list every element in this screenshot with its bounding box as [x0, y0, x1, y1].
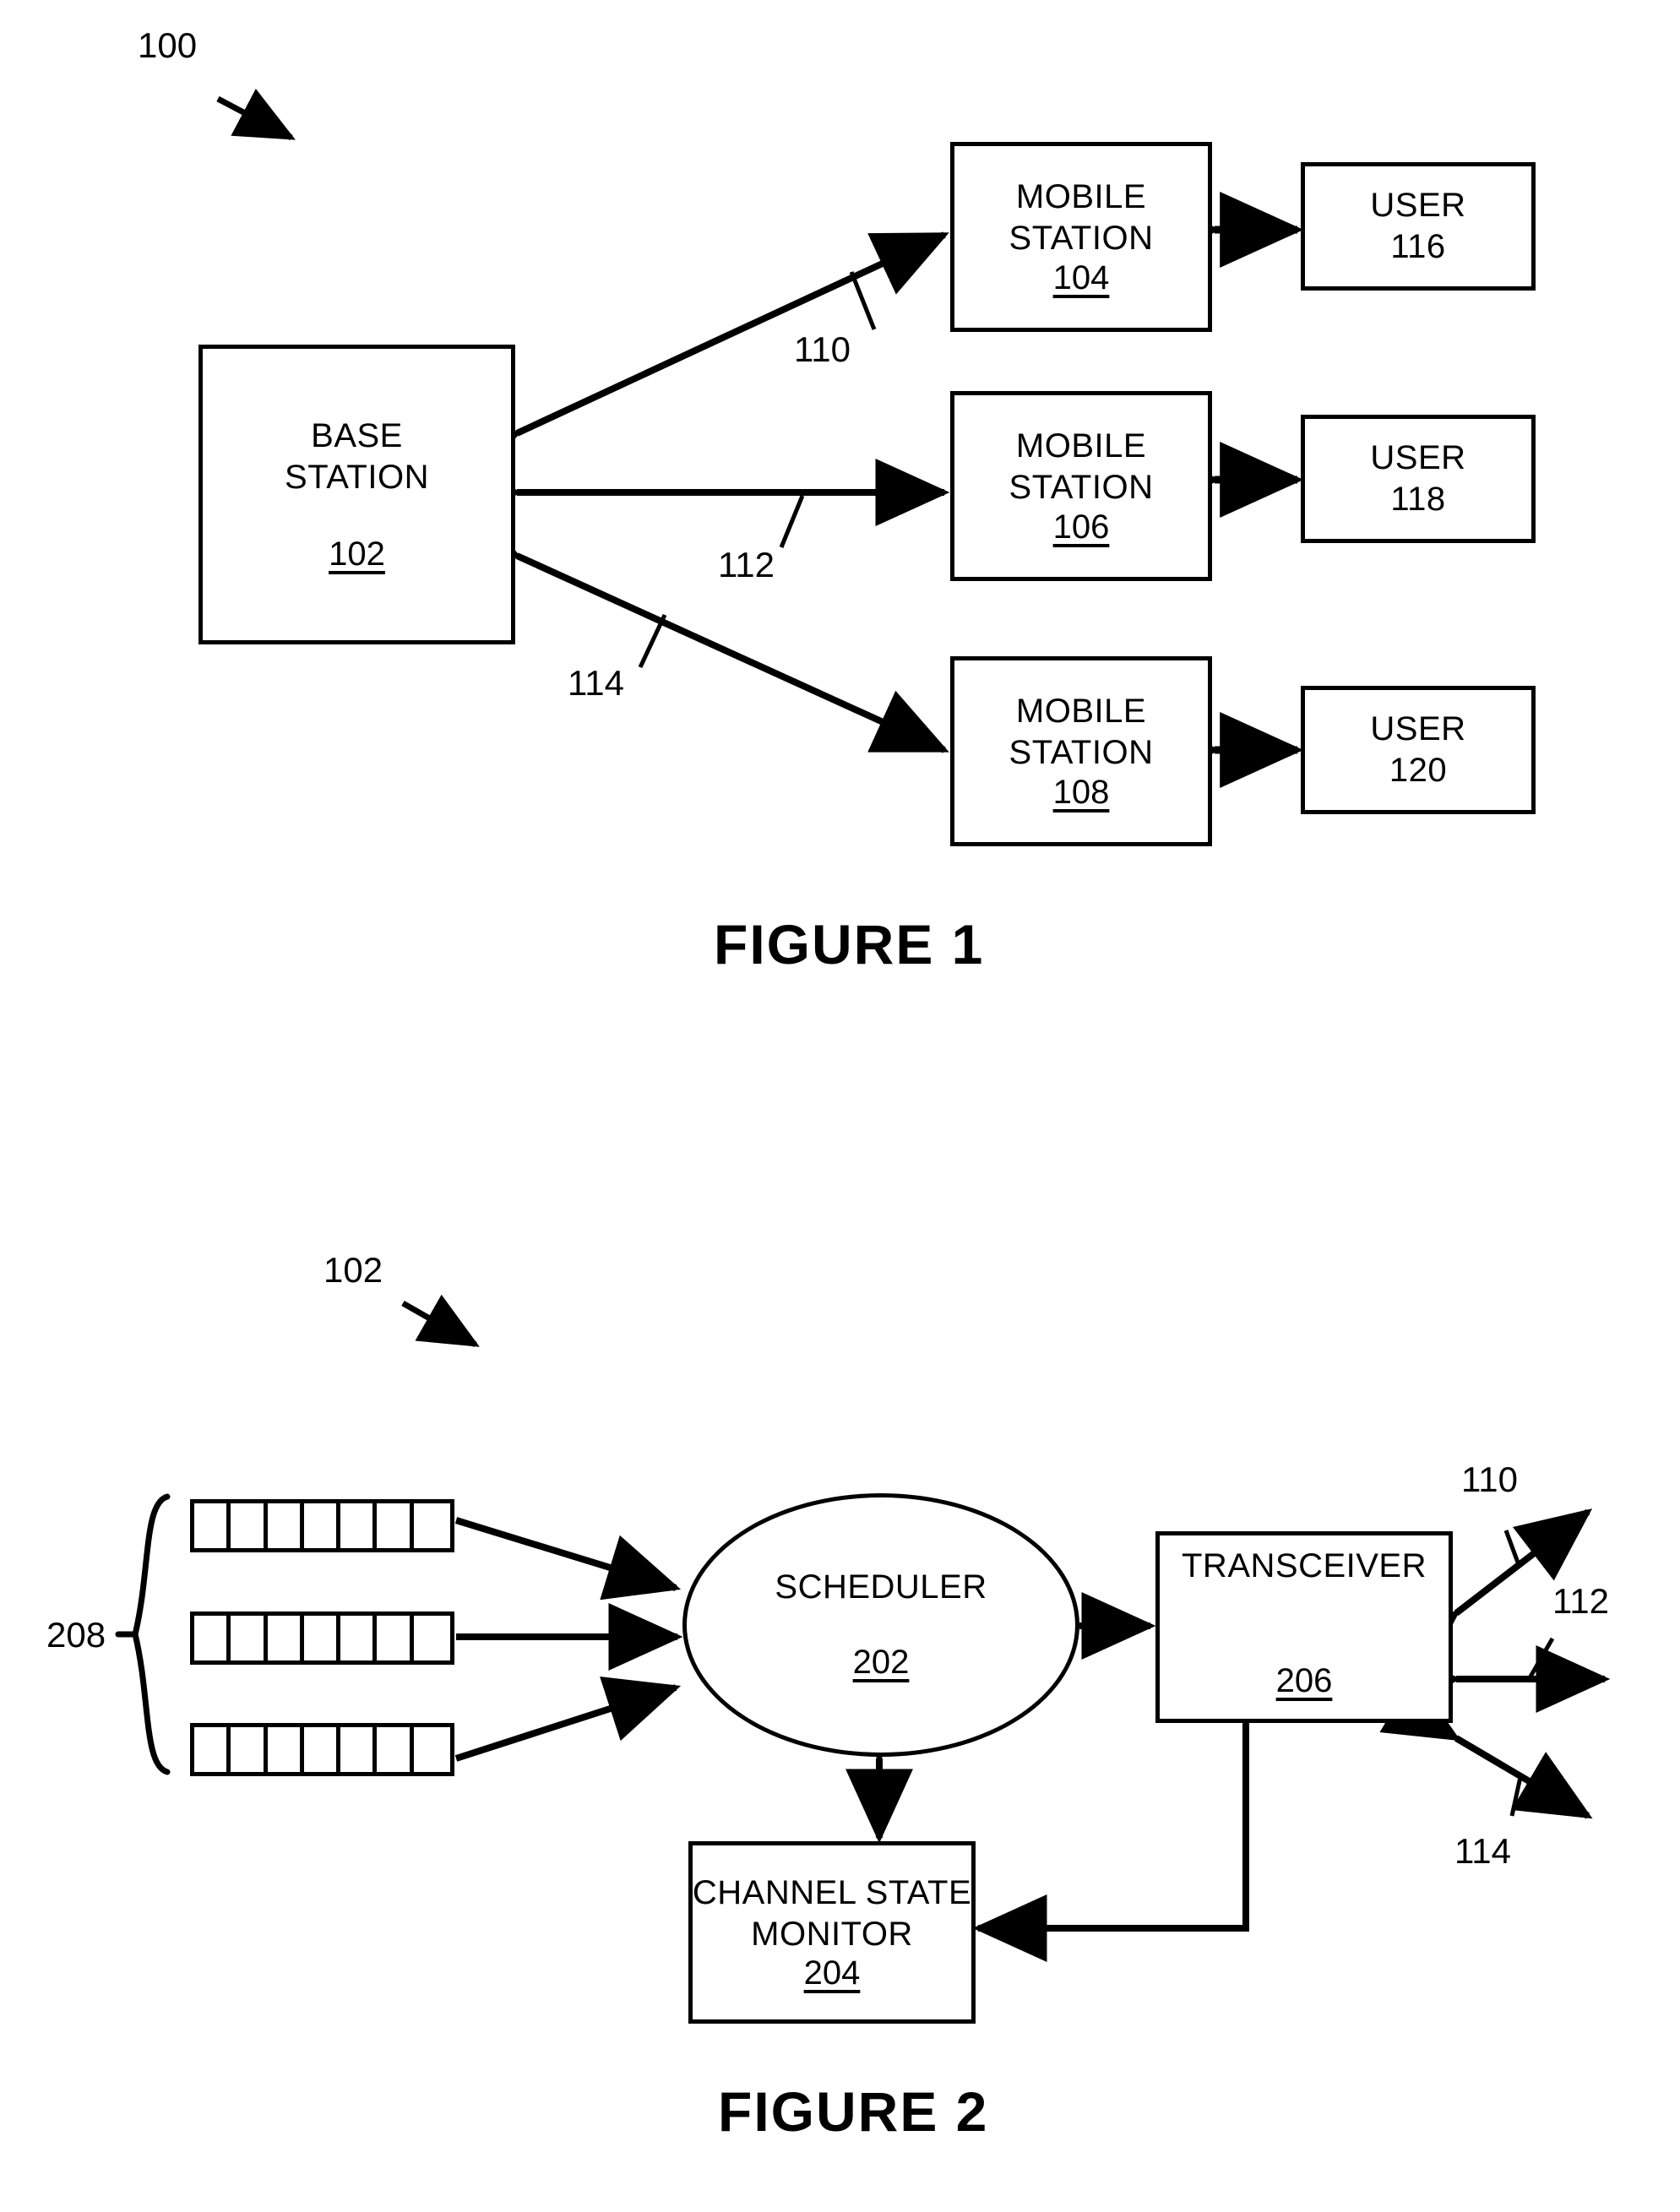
transceiver-link-114 [1379, 1674, 1593, 1819]
mobile-station-108-label-line1: MOBILE [1015, 693, 1147, 731]
channel-state-monitor-label-line1: CHANNEL STATE [692, 1873, 972, 1911]
figure2-ref-number: 102 [323, 1250, 383, 1290]
user-116-label: USER [1370, 187, 1466, 225]
link-112-arrow [448, 459, 950, 548]
mobile-station-104-box[interactable]: MOBILE STATION 104 [950, 142, 1212, 332]
queue-cell [414, 1727, 450, 1772]
queue1-scheduler-arrow [454, 1517, 682, 1601]
figure1-ref-leader [216, 89, 296, 141]
mobile-station-106-ref: 106 [1052, 508, 1110, 546]
mobile-station-108-box[interactable]: MOBILE STATION 108 [950, 656, 1212, 846]
transceiver-link-110-ref: 110 [1461, 1459, 1518, 1499]
queue-cell [194, 1727, 231, 1772]
channel-state-monitor-label-line2: MONITOR [751, 1915, 913, 1953]
queue-group-ref: 208 [46, 1615, 106, 1655]
user-118-box[interactable]: USER 118 [1301, 415, 1536, 543]
queue-cell [194, 1616, 231, 1660]
queue-cell [231, 1727, 268, 1772]
link-110-ref: 110 [794, 329, 851, 369]
patent-drawing-sheet: 100 BASE STATION 102 MOBILE STATION 104 … [0, 0, 1680, 2212]
packet-queue-1[interactable] [190, 1499, 454, 1552]
mobile-station-106-label-line2: STATION [1009, 469, 1154, 506]
mobile-station-104-label-line1: MOBILE [1015, 178, 1147, 216]
figure1-caption: FIGURE 1 [714, 913, 985, 976]
mobile-station-106-box[interactable]: MOBILE STATION 106 [950, 391, 1212, 581]
queue-cell [414, 1616, 450, 1660]
queue-cell [340, 1503, 378, 1548]
figure2-caption: FIGURE 2 [718, 2080, 989, 2143]
link-110-arrow [440, 231, 949, 493]
mobile-station-108-label-line2: STATION [1009, 734, 1154, 771]
transceiver-link-114-ref: 114 [1454, 1831, 1511, 1871]
queue-cell [340, 1616, 378, 1660]
queue3-scheduler-arrow [454, 1677, 682, 1762]
queue-cell [268, 1503, 304, 1548]
queue-cell [340, 1727, 378, 1772]
queue-cell [304, 1616, 341, 1660]
base-station-label-line2: STATION [285, 459, 429, 496]
queue-cell [377, 1503, 414, 1548]
transceiver-box[interactable]: TRANSCEIVER 206 [1155, 1531, 1453, 1723]
queue-group-brace [115, 1493, 171, 1775]
figure2-ref-leader [401, 1294, 480, 1348]
queue-cell [304, 1727, 341, 1772]
user-116-box[interactable]: USER 116 [1301, 162, 1536, 291]
queue-cell [377, 1727, 414, 1772]
queue-cell [231, 1503, 268, 1548]
channel-state-monitor-ref: 204 [803, 1954, 861, 1992]
user-120-box[interactable]: USER 120 [1301, 686, 1536, 814]
channel-state-monitor-box[interactable]: CHANNEL STATE MONITOR 204 [688, 1841, 976, 2024]
packet-queue-3[interactable] [190, 1723, 454, 1776]
figure1-ref-number: 100 [138, 25, 198, 65]
user-118-label: USER [1370, 439, 1466, 477]
scheduler-ellipse[interactable]: SCHEDULER 202 [682, 1493, 1079, 1757]
queue-cell [231, 1616, 268, 1660]
link-114-ref: 114 [568, 663, 624, 703]
base-station-label-line1: BASE [311, 417, 403, 455]
user-120-ref: 120 [1389, 752, 1448, 789]
mobile-station-104-ref: 104 [1052, 258, 1110, 296]
user-118-ref: 118 [1390, 481, 1446, 518]
user-116-ref: 116 [1390, 228, 1446, 265]
scheduler-label: SCHEDULER [775, 1568, 987, 1606]
queue-cell [268, 1727, 304, 1772]
base-station-ref: 102 [329, 535, 385, 573]
scheduler-ref: 202 [852, 1644, 910, 1681]
queue-cell [414, 1503, 450, 1548]
queue-cell [194, 1503, 231, 1548]
mobile-station-108-ref: 108 [1052, 773, 1110, 811]
user-120-label: USER [1370, 710, 1466, 748]
mobile-station-106-label-line1: MOBILE [1015, 427, 1147, 465]
link-112-ref: 112 [718, 545, 775, 584]
transceiver-link-112 [1387, 1637, 1611, 1713]
queue-cell [304, 1503, 341, 1548]
transceiver-link-112-ref: 112 [1552, 1581, 1609, 1621]
mobile-station-104-label-line2: STATION [1009, 220, 1154, 257]
base-station-box[interactable]: BASE STATION 102 [198, 345, 515, 644]
queue-cell [268, 1616, 304, 1660]
transceiver-label: TRANSCEIVER [1182, 1547, 1427, 1584]
packet-queue-2[interactable] [190, 1611, 454, 1665]
transceiver-csm-feedback [972, 1723, 1249, 1962]
queue-cell [377, 1616, 414, 1660]
transceiver-ref: 206 [1275, 1662, 1333, 1699]
